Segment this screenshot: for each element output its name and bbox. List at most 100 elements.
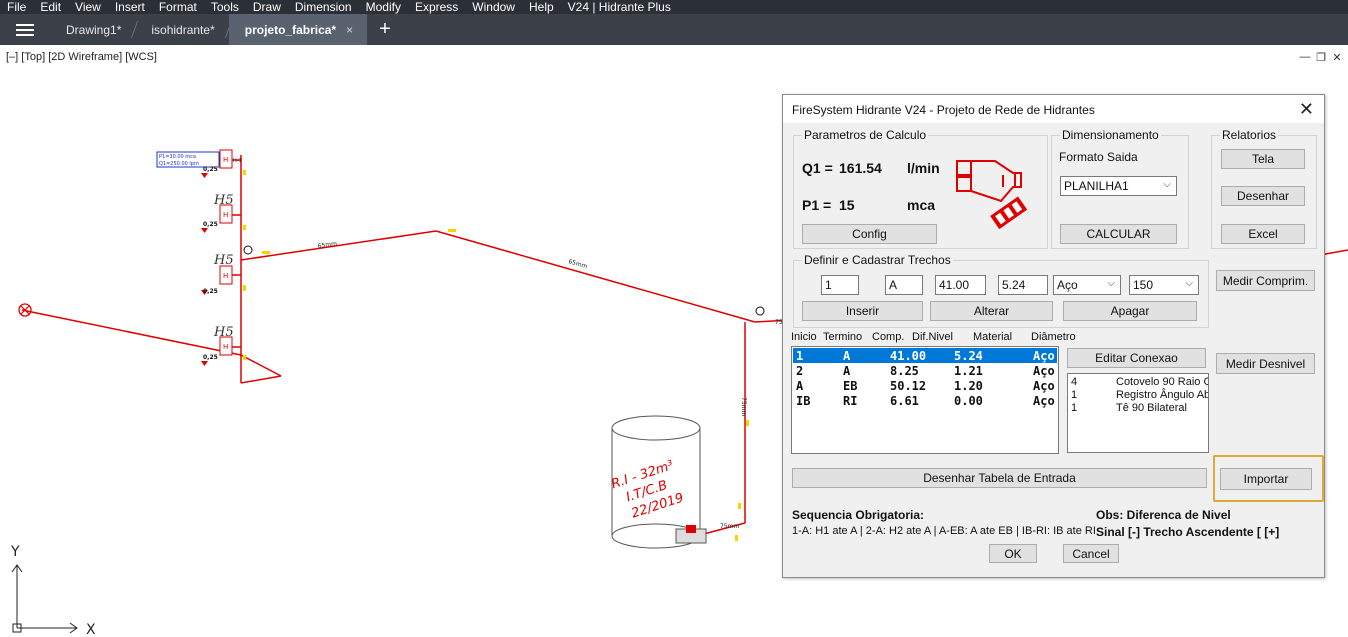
cancel-button[interactable]: Cancel — [1063, 544, 1119, 563]
material-select[interactable]: Aço ⌵ — [1053, 275, 1121, 295]
q1-value: 161.54 — [839, 160, 882, 176]
group-title: Parametros de Calculo — [802, 128, 929, 142]
dialog-titlebar[interactable]: FireSystem Hidrante V24 - Projeto de Red… — [783, 95, 1324, 123]
cell-dif: 5.24 — [954, 348, 983, 363]
alterar-button[interactable]: Alterar — [930, 301, 1053, 321]
pipe-diameter-label: 65mm — [567, 258, 588, 270]
tab-label: isohidrante* — [151, 22, 215, 37]
cell-inicio: 1 — [796, 348, 804, 363]
app-menu-icon[interactable] — [0, 14, 50, 45]
conexoes-list[interactable]: 4 Cotovelo 90 Raio C 1 Registro Ângulo A… — [1067, 373, 1209, 453]
conexao-name: Cotovelo 90 Raio C — [1116, 376, 1209, 388]
menu-insert[interactable]: Insert — [108, 0, 152, 14]
cell-comp: 41.00 — [890, 348, 927, 363]
axis-y-label: Y — [10, 544, 20, 560]
cell-inicio: IB — [796, 393, 811, 408]
menu-edit[interactable]: Edit — [33, 0, 68, 14]
junction-a-icon — [243, 245, 253, 255]
menu-modify[interactable]: Modify — [359, 0, 408, 14]
junction-eb-icon — [755, 306, 765, 316]
height-value: 0,25 — [203, 221, 218, 228]
desenhar-button[interactable]: Desenhar — [1221, 186, 1305, 206]
sequencia-title: Sequencia Obrigatoria: — [792, 508, 925, 522]
close-icon[interactable]: × — [346, 23, 353, 37]
hidrante-dialog: FireSystem Hidrante V24 - Projeto de Red… — [782, 94, 1325, 578]
p1-unit: mca — [907, 197, 936, 213]
menu-hidrante-plus[interactable]: V24 | Hidrante Plus — [561, 0, 678, 14]
tab-label: Drawing1* — [66, 22, 122, 37]
col-header-inicio: Inicio — [791, 331, 817, 343]
legend-pressure: P1=30.00 mca — [159, 154, 196, 160]
cell-termino: A — [843, 348, 851, 363]
comprimento-input[interactable]: 41.00 — [935, 275, 986, 295]
ok-button[interactable]: OK — [989, 544, 1037, 563]
cell-comp: 8.25 — [890, 363, 919, 378]
close-icon[interactable]: ✕ — [1299, 99, 1314, 120]
col-header-material: Material — [973, 331, 1013, 343]
tela-button[interactable]: Tela — [1221, 149, 1305, 169]
col-header-termino: Termino — [823, 331, 863, 343]
tab-drawing1[interactable]: Drawing1* — [50, 14, 135, 45]
obs-text: Sinal [-] Trecho Ascendente [ [+] — [1096, 525, 1280, 539]
cell-inicio: 2 — [796, 363, 804, 378]
menu-dimension[interactable]: Dimension — [288, 0, 359, 14]
cell-material: Aço — [1033, 348, 1055, 363]
cell-termino: EB — [843, 378, 858, 393]
cell-material: Aço — [1033, 393, 1055, 408]
calcular-button[interactable]: CALCULAR — [1060, 224, 1177, 244]
col-header-dif-nivel: Dif.Nivel — [912, 331, 953, 343]
material-value: Aço — [1057, 278, 1078, 292]
table-row[interactable]: 2 A 8.25 1.21 Aço — [793, 363, 1057, 378]
cell-dif: 1.21 — [954, 363, 983, 378]
trechos-list[interactable]: 1 A 41.00 5.24 Aço 2 A 8.25 1.21 Aço A E… — [791, 346, 1059, 454]
medir-comprimento-button[interactable]: Medir Comprim. — [1216, 270, 1315, 291]
config-button[interactable]: Config — [802, 224, 937, 244]
cell-dif: 0.00 — [954, 393, 983, 408]
inicio-input[interactable]: 1 — [821, 275, 859, 295]
svg-text:H: H — [223, 211, 228, 219]
menu-express[interactable]: Express — [408, 0, 465, 14]
tab-projeto-fabrica[interactable]: projeto_fabrica* × — [228, 14, 368, 45]
importar-button[interactable]: Importar — [1220, 468, 1312, 490]
termino-input[interactable]: A — [885, 275, 923, 295]
sequencia-text: 1-A: H1 ate A | 2-A: H2 ate A | A-EB: A … — [792, 525, 1096, 537]
menu-format[interactable]: Format — [152, 0, 204, 14]
legend-flow: Q1=250.00 lpm — [159, 161, 199, 167]
apagar-button[interactable]: Apagar — [1063, 301, 1197, 321]
desenhar-tabela-button[interactable]: Desenhar Tabela de Entrada — [792, 468, 1207, 488]
table-row[interactable]: 1 A 41.00 5.24 Aço — [793, 348, 1057, 363]
hydrant-h1-label: H-1 — [233, 158, 242, 164]
col-header-diametro: Diâmetro — [1031, 331, 1076, 343]
menu-draw[interactable]: Draw — [246, 0, 288, 14]
table-row[interactable]: A EB 50.12 1.20 Aço — [793, 378, 1057, 393]
group-title: Relatorios — [1220, 128, 1279, 142]
tab-label: projeto_fabrica* — [244, 22, 337, 37]
group-title: Dimensionamento — [1060, 128, 1161, 142]
menu-file[interactable]: File — [0, 0, 33, 14]
table-row[interactable]: IB RI 6.61 0.00 Aço — [793, 393, 1057, 408]
menu-view[interactable]: View — [68, 0, 108, 14]
medir-desnivel-button[interactable]: Medir Desnivel — [1216, 353, 1315, 374]
hydrant-valve-icon — [956, 160, 1028, 230]
tab-isohidrante[interactable]: isohidrante* — [135, 14, 228, 45]
diametro-select[interactable]: 150 ⌵ — [1129, 275, 1199, 295]
menu-help[interactable]: Help — [522, 0, 561, 14]
chevron-down-icon: ⌵ — [1107, 278, 1115, 289]
cell-material: Aço — [1033, 378, 1055, 393]
menu-window[interactable]: Window — [465, 0, 522, 14]
dif-nivel-input[interactable]: 5.24 — [998, 275, 1048, 295]
new-tab-icon[interactable]: + — [367, 14, 403, 45]
conexao-qty: 1 — [1071, 402, 1078, 414]
hydrant-label: H5 — [213, 253, 234, 268]
menu-tools[interactable]: Tools — [204, 0, 246, 14]
conexao-qty: 4 — [1071, 376, 1078, 388]
editar-conexao-button[interactable]: Editar Conexao — [1067, 348, 1206, 368]
formato-saida-select[interactable]: PLANILHA1 ⌵ — [1060, 176, 1177, 196]
col-header-comp: Comp. — [872, 331, 905, 343]
formato-saida-value: PLANILHA1 — [1064, 179, 1129, 193]
inserir-button[interactable]: Inserir — [802, 301, 923, 321]
diametro-value: 150 — [1133, 278, 1154, 292]
svg-text:H: H — [223, 156, 228, 164]
p1-label: P1 = — [802, 197, 832, 213]
excel-button[interactable]: Excel — [1221, 224, 1305, 244]
